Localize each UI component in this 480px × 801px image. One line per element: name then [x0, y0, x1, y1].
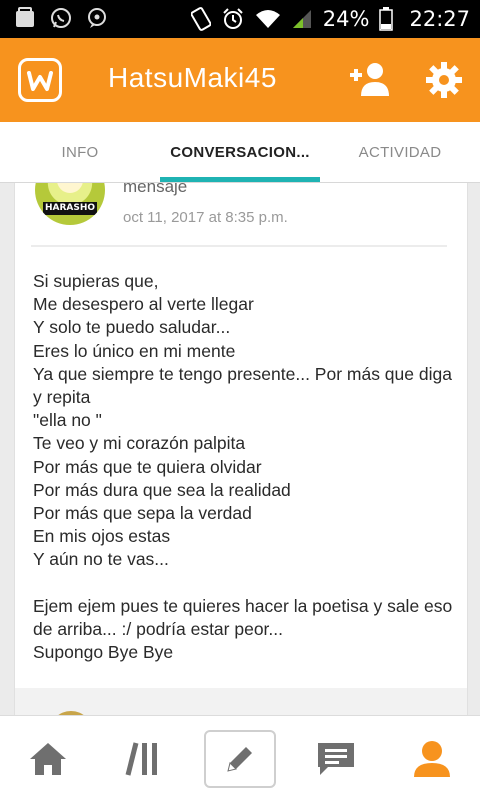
message-card: HARASHO mensaje oct 11, 2017 at 8:35 p.m…	[14, 183, 468, 688]
message-line: En mis ojos estas	[33, 526, 171, 547]
profile-icon	[414, 740, 450, 777]
nav-messages[interactable]	[288, 716, 384, 801]
message-line: Te veo y mi corazón palpita	[33, 433, 246, 454]
status-bar: 24% 22:27	[0, 0, 480, 38]
message-line: Si supieras que,	[33, 271, 159, 291]
vibrate-icon	[190, 7, 211, 31]
message-line: Y solo te puedo saludar...	[33, 317, 231, 338]
wattpad-logo-icon[interactable]	[18, 58, 62, 102]
store-notification-icon	[16, 7, 34, 27]
message-line: Y aún no te vas...	[33, 549, 169, 570]
nav-home[interactable]	[0, 716, 96, 801]
message-line: Supongo Bye Bye	[33, 642, 174, 663]
home-icon	[30, 742, 66, 775]
message-line: Ya que siempre te tengo presente... Por …	[33, 363, 452, 408]
nav-write[interactable]	[204, 730, 276, 788]
wifi-icon	[255, 10, 280, 28]
conversation-feed[interactable]: HARASHO mensaje oct 11, 2017 at 8:35 p.m…	[0, 183, 480, 715]
nav-library[interactable]	[96, 716, 192, 801]
message-line: Por más dura que sea la realidad	[33, 479, 291, 500]
gear-icon[interactable]	[424, 60, 464, 100]
chat-notification-icon	[88, 8, 106, 28]
message-line: Por más que sepa la verdad	[33, 503, 252, 524]
message-line: Me desespero al verte llegar	[33, 294, 254, 315]
message-line: "ella no "	[33, 410, 102, 431]
whatsapp-icon	[51, 8, 71, 28]
message-line: Ejem ejem pues te quieres hacer la poeti…	[33, 595, 453, 639]
avatar-tag: HARASHO	[43, 202, 97, 215]
message-line: Eres lo único en mi mente	[33, 340, 236, 361]
messages-icon	[318, 742, 354, 775]
signal-icon	[292, 10, 311, 28]
tab-actividad[interactable]: ACTIVIDAD	[320, 122, 480, 182]
active-tab-indicator	[160, 177, 320, 182]
battery-icon	[379, 7, 394, 31]
bottom-nav	[0, 715, 480, 801]
message-line: Por más que te quiera olvidar	[33, 456, 262, 477]
library-icon	[125, 741, 157, 776]
message-body: Si supieras que, Me desespero al verte l…	[33, 270, 453, 664]
tab-conversaciones[interactable]: CONVERSACION...	[160, 122, 320, 182]
page-title: HatsuMaki45	[108, 62, 277, 93]
alarm-icon	[223, 8, 243, 29]
tab-info[interactable]: INFO	[0, 122, 160, 182]
message-timestamp: oct 11, 2017 at 8:35 p.m.	[123, 209, 288, 226]
avatar[interactable]: HARASHO	[35, 183, 105, 225]
write-icon	[227, 747, 252, 772]
next-message-card[interactable]	[14, 688, 468, 715]
battery-percent: 24%	[322, 7, 370, 31]
avatar-face	[57, 183, 83, 193]
nav-profile[interactable]	[384, 716, 480, 801]
tab-bar: INFO CONVERSACION... ACTIVIDAD	[0, 122, 480, 183]
clock: 22:27	[409, 7, 470, 31]
divider	[31, 245, 447, 247]
app-bar: HatsuMaki45	[0, 38, 480, 122]
message-label: mensaje	[123, 183, 188, 196]
add-user-icon[interactable]	[348, 60, 390, 100]
